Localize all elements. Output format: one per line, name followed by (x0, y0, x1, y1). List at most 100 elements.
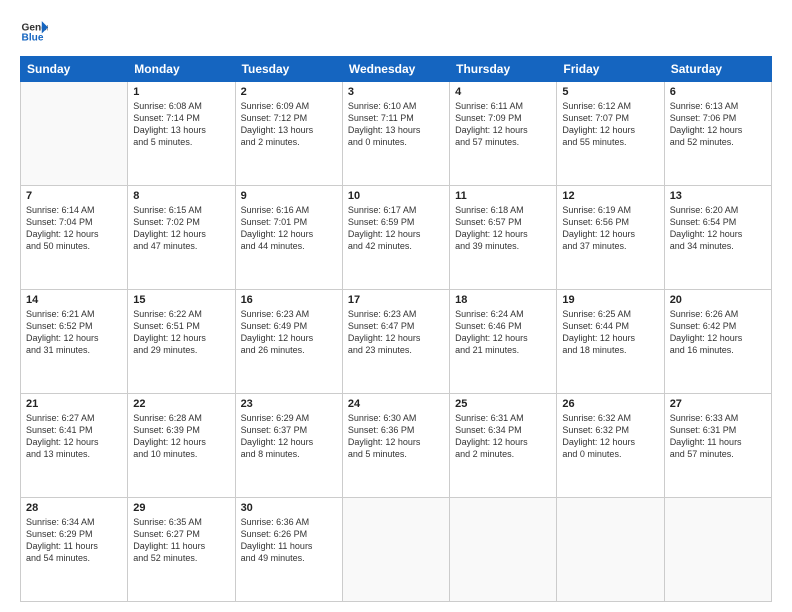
calendar-cell: 11 Sunrise: 6:18 AMSunset: 6:57 PMDayligh… (450, 186, 557, 290)
day-number: 7 (26, 190, 122, 202)
cell-info: Sunrise: 6:15 AMSunset: 7:02 PMDaylight:… (133, 204, 229, 253)
calendar-cell: 8 Sunrise: 6:15 AMSunset: 7:02 PMDaylight… (128, 186, 235, 290)
calendar-header-row: SundayMondayTuesdayWednesdayThursdayFrid… (21, 57, 772, 82)
calendar-cell: 5 Sunrise: 6:12 AMSunset: 7:07 PMDaylight… (557, 82, 664, 186)
calendar-cell: 13 Sunrise: 6:20 AMSunset: 6:54 PMDayligh… (664, 186, 771, 290)
cell-info: Sunrise: 6:36 AMSunset: 6:26 PMDaylight:… (241, 516, 337, 565)
cell-info: Sunrise: 6:27 AMSunset: 6:41 PMDaylight:… (26, 412, 122, 461)
cell-info: Sunrise: 6:21 AMSunset: 6:52 PMDaylight:… (26, 308, 122, 357)
cell-info: Sunrise: 6:11 AMSunset: 7:09 PMDaylight:… (455, 100, 551, 149)
calendar-cell: 26Sunrise: 6:32 AMSunset: 6:32 PMDayligh… (557, 394, 664, 498)
calendar-cell: 1Sunrise: 6:08 AMSunset: 7:14 PMDaylight… (128, 82, 235, 186)
day-number: 20 (670, 294, 766, 306)
header-day-saturday: Saturday (664, 57, 771, 82)
day-number: 4 (455, 86, 551, 98)
cell-info: Sunrise: 6:18 AMSunset: 6:57 PMDaylight:… (455, 204, 551, 253)
calendar-cell: 23 Sunrise: 6:29 AMSunset: 6:37 PMDayligh… (235, 394, 342, 498)
day-number: 23 (241, 398, 337, 410)
day-number: 8 (133, 190, 229, 202)
cell-info: Sunrise: 6:26 AMSunset: 6:42 PMDaylight:… (670, 308, 766, 357)
cell-info: Sunrise: 6:28 AMSunset: 6:39 PMDaylight:… (133, 412, 229, 461)
calendar-cell: 10Sunrise: 6:17 AMSunset: 6:59 PMDayligh… (342, 186, 449, 290)
header-day-tuesday: Tuesday (235, 57, 342, 82)
day-number: 14 (26, 294, 122, 306)
cell-info: Sunrise: 6:23 AMSunset: 6:49 PMDaylight:… (241, 308, 337, 357)
day-number: 22 (133, 398, 229, 410)
cell-info: Sunrise: 6:12 AMSunset: 7:07 PMDaylight:… (562, 100, 658, 149)
day-number: 15 (133, 294, 229, 306)
calendar-week-row: 21 Sunrise: 6:27 AMSunset: 6:41 PMDayligh… (21, 394, 772, 498)
calendar-cell: 9 Sunrise: 6:16 AMSunset: 7:01 PMDaylight… (235, 186, 342, 290)
header-day-friday: Friday (557, 57, 664, 82)
day-number: 25 (455, 398, 551, 410)
calendar-cell: 3 Sunrise: 6:10 AMSunset: 7:11 PMDaylight… (342, 82, 449, 186)
calendar-table: SundayMondayTuesdayWednesdayThursdayFrid… (20, 56, 772, 602)
calendar-cell: 19 Sunrise: 6:25 AMSunset: 6:44 PMDayligh… (557, 290, 664, 394)
calendar-cell: 14 Sunrise: 6:21 AMSunset: 6:52 PMDayligh… (21, 290, 128, 394)
calendar-cell: 25Sunrise: 6:31 AMSunset: 6:34 PMDayligh… (450, 394, 557, 498)
day-number: 27 (670, 398, 766, 410)
cell-info: Sunrise: 6:19 AMSunset: 6:56 PMDaylight:… (562, 204, 658, 253)
calendar-cell (342, 498, 449, 602)
cell-info: Sunrise: 6:20 AMSunset: 6:54 PMDaylight:… (670, 204, 766, 253)
cell-info: Sunrise: 6:34 AMSunset: 6:29 PMDaylight:… (26, 516, 122, 565)
calendar-cell (664, 498, 771, 602)
calendar-cell: 4 Sunrise: 6:11 AMSunset: 7:09 PMDaylight… (450, 82, 557, 186)
cell-info: Sunrise: 6:29 AMSunset: 6:37 PMDaylight:… (241, 412, 337, 461)
header-day-monday: Monday (128, 57, 235, 82)
cell-info: Sunrise: 6:23 AMSunset: 6:47 PMDaylight:… (348, 308, 444, 357)
calendar-cell: 30 Sunrise: 6:36 AMSunset: 6:26 PMDayligh… (235, 498, 342, 602)
calendar-cell: 12 Sunrise: 6:19 AMSunset: 6:56 PMDayligh… (557, 186, 664, 290)
cell-info: Sunrise: 6:14 AMSunset: 7:04 PMDaylight:… (26, 204, 122, 253)
header-day-sunday: Sunday (21, 57, 128, 82)
day-number: 16 (241, 294, 337, 306)
cell-info: Sunrise: 6:24 AMSunset: 6:46 PMDaylight:… (455, 308, 551, 357)
calendar-week-row: 1Sunrise: 6:08 AMSunset: 7:14 PMDaylight… (21, 82, 772, 186)
cell-info: Sunrise: 6:09 AMSunset: 7:12 PMDaylight:… (241, 100, 337, 149)
calendar-cell: 2 Sunrise: 6:09 AMSunset: 7:12 PMDaylight… (235, 82, 342, 186)
calendar-cell (557, 498, 664, 602)
day-number: 3 (348, 86, 444, 98)
cell-info: Sunrise: 6:22 AMSunset: 6:51 PMDaylight:… (133, 308, 229, 357)
day-number: 19 (562, 294, 658, 306)
day-number: 28 (26, 502, 122, 514)
cell-info: Sunrise: 6:35 AMSunset: 6:27 PMDaylight:… (133, 516, 229, 565)
day-number: 2 (241, 86, 337, 98)
calendar-week-row: 7 Sunrise: 6:14 AMSunset: 7:04 PMDaylight… (21, 186, 772, 290)
calendar-cell: 28 Sunrise: 6:34 AMSunset: 6:29 PMDayligh… (21, 498, 128, 602)
calendar-cell: 24Sunrise: 6:30 AMSunset: 6:36 PMDayligh… (342, 394, 449, 498)
calendar-cell: 16 Sunrise: 6:23 AMSunset: 6:49 PMDayligh… (235, 290, 342, 394)
day-number: 11 (455, 190, 551, 202)
day-number: 6 (670, 86, 766, 98)
day-number: 12 (562, 190, 658, 202)
day-number: 9 (241, 190, 337, 202)
cell-info: Sunrise: 6:10 AMSunset: 7:11 PMDaylight:… (348, 100, 444, 149)
day-number: 10 (348, 190, 444, 202)
day-number: 18 (455, 294, 551, 306)
day-number: 17 (348, 294, 444, 306)
calendar-cell: 7 Sunrise: 6:14 AMSunset: 7:04 PMDaylight… (21, 186, 128, 290)
header-day-wednesday: Wednesday (342, 57, 449, 82)
cell-info: Sunrise: 6:33 AMSunset: 6:31 PMDaylight:… (670, 412, 766, 461)
calendar-week-row: 28 Sunrise: 6:34 AMSunset: 6:29 PMDayligh… (21, 498, 772, 602)
day-number: 5 (562, 86, 658, 98)
cell-info: Sunrise: 6:16 AMSunset: 7:01 PMDaylight:… (241, 204, 337, 253)
svg-text:Blue: Blue (22, 33, 44, 44)
header-day-thursday: Thursday (450, 57, 557, 82)
cell-info: Sunrise: 6:25 AMSunset: 6:44 PMDaylight:… (562, 308, 658, 357)
calendar-cell: 21 Sunrise: 6:27 AMSunset: 6:41 PMDayligh… (21, 394, 128, 498)
calendar-cell (450, 498, 557, 602)
day-number: 29 (133, 502, 229, 514)
logo: General Blue (20, 18, 48, 46)
cell-info: Sunrise: 6:13 AMSunset: 7:06 PMDaylight:… (670, 100, 766, 149)
day-number: 13 (670, 190, 766, 202)
calendar-cell: 17 Sunrise: 6:23 AMSunset: 6:47 PMDayligh… (342, 290, 449, 394)
calendar-week-row: 14 Sunrise: 6:21 AMSunset: 6:52 PMDayligh… (21, 290, 772, 394)
calendar-cell: 22 Sunrise: 6:28 AMSunset: 6:39 PMDayligh… (128, 394, 235, 498)
day-number: 26 (562, 398, 658, 410)
cell-info: Sunrise: 6:30 AMSunset: 6:36 PMDaylight:… (348, 412, 444, 461)
day-number: 30 (241, 502, 337, 514)
day-number: 1 (133, 86, 229, 98)
day-number: 21 (26, 398, 122, 410)
calendar-cell: 15 Sunrise: 6:22 AMSunset: 6:51 PMDayligh… (128, 290, 235, 394)
